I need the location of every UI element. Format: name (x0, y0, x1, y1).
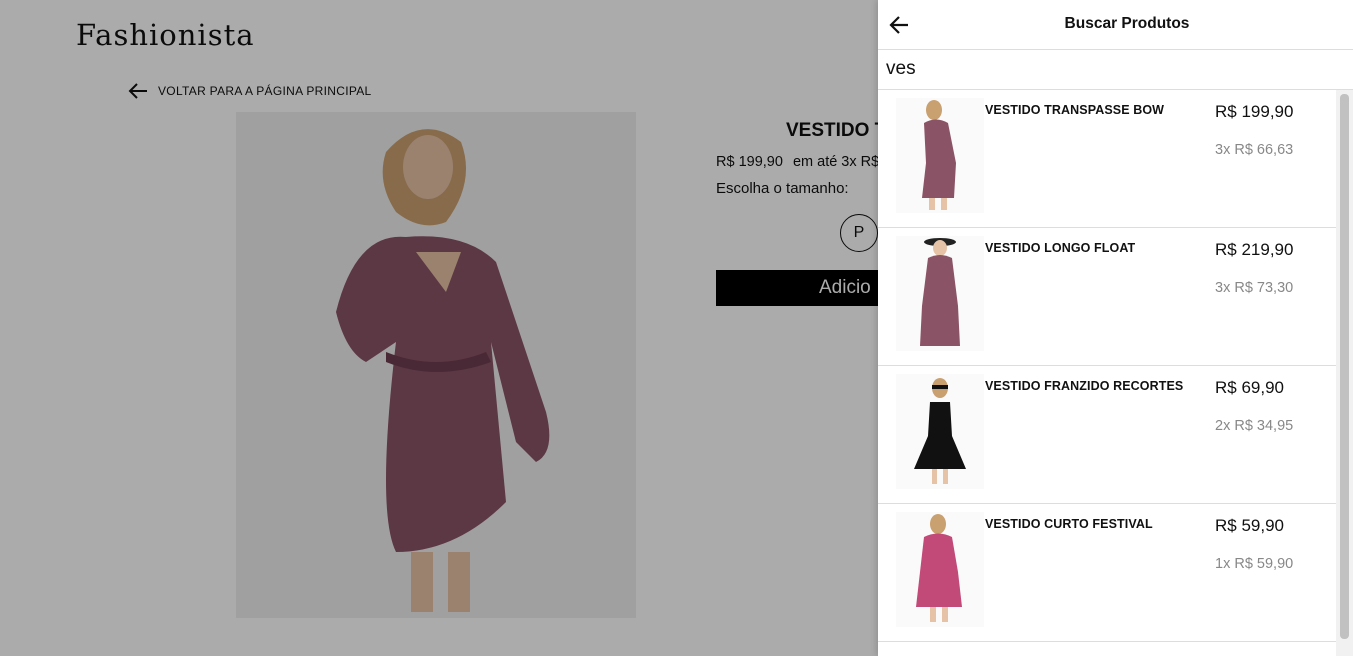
result-item[interactable]: VESTIDO CURTO FESTIVAL R$ 59,90 1x R$ 59… (878, 504, 1336, 642)
result-price: R$ 199,90 (1215, 102, 1294, 121)
drawer-header: Buscar Produtos (878, 0, 1353, 50)
result-installments: 1x R$ 59,90 (1215, 556, 1294, 572)
product-thumbnail (896, 374, 984, 489)
search-results: VESTIDO TRANSPASSE BOW R$ 199,90 3x R$ 6… (878, 90, 1336, 656)
product-thumbnail (896, 236, 984, 351)
result-price: R$ 219,90 (1215, 240, 1294, 259)
search-input[interactable] (878, 51, 1334, 87)
result-name: VESTIDO LONGO FLOAT (985, 241, 1136, 255)
result-installments: 3x R$ 73,30 (1215, 280, 1294, 296)
result-item[interactable]: VESTIDO TRANSPASSE BOW R$ 199,90 3x R$ 6… (878, 90, 1336, 228)
result-installments: 2x R$ 34,95 (1215, 418, 1294, 434)
product-page: Fashionista VOLTAR PARA A PÁGINA PRINCIP… (0, 0, 1353, 656)
result-item[interactable]: VESTIDO FRANZIDO RECORTES R$ 69,90 2x R$… (878, 366, 1336, 504)
scrollbar-thumb[interactable] (1340, 94, 1349, 639)
result-name: VESTIDO FRANZIDO RECORTES (985, 379, 1184, 393)
result-name: VESTIDO CURTO FESTIVAL (985, 517, 1153, 531)
result-installments: 3x R$ 66,63 (1215, 142, 1294, 158)
product-thumbnail (896, 98, 984, 213)
result-item[interactable]: VESTIDO LONGO FLOAT R$ 219,90 3x R$ 73,3… (878, 228, 1336, 366)
result-name: VESTIDO TRANSPASSE BOW (985, 103, 1165, 117)
result-price: R$ 69,90 (1215, 378, 1284, 397)
search-box (878, 51, 1353, 90)
drawer-title: Buscar Produtos (1064, 15, 1190, 32)
search-drawer: Buscar Produtos VESTIDO TRANSPASSE BOW R… (878, 0, 1353, 656)
result-price: R$ 59,90 (1215, 516, 1284, 535)
results-scrollbar[interactable] (1336, 90, 1353, 656)
modal-overlay[interactable] (0, 0, 878, 656)
product-thumbnail (896, 512, 984, 627)
